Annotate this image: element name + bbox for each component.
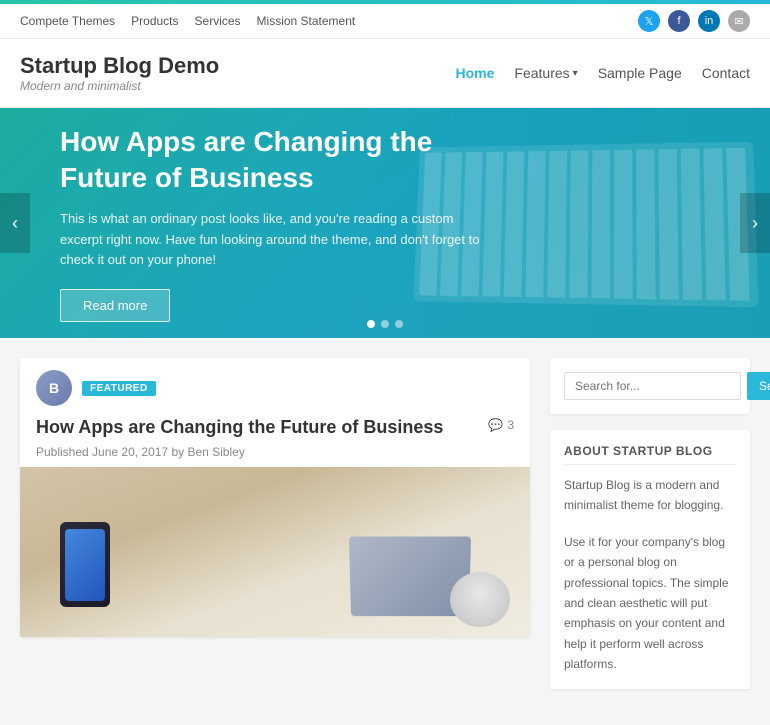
nav-features[interactable]: Features ▾ bbox=[514, 65, 577, 81]
phone-graphic bbox=[60, 522, 110, 607]
slider-next-button[interactable]: › bbox=[740, 193, 770, 253]
top-bar-links: Compete Themes Products Services Mission… bbox=[20, 14, 355, 28]
topbar-link-1[interactable]: Products bbox=[131, 14, 178, 28]
facebook-icon[interactable]: f bbox=[668, 10, 690, 32]
hero-excerpt: This is what an ordinary post looks like… bbox=[60, 209, 490, 271]
posts-area: B FEATURED How Apps are Changing the Fut… bbox=[20, 358, 530, 705]
site-tagline: Modern and minimalist bbox=[20, 79, 219, 93]
topbar-link-2[interactable]: Services bbox=[195, 14, 241, 28]
sidebar: Search ABOUT STARTUP BLOG Startup Blog i… bbox=[550, 358, 750, 705]
about-widget-text1: Startup Blog is a modern and minimalist … bbox=[564, 475, 736, 516]
topbar-link-3[interactable]: Mission Statement bbox=[257, 14, 356, 28]
topbar-link-0[interactable]: Compete Themes bbox=[20, 14, 115, 28]
hero-slider: How Apps are Changing the Future of Busi… bbox=[0, 108, 770, 338]
post-card-header: B FEATURED bbox=[20, 358, 530, 412]
email-icon[interactable]: ✉ bbox=[728, 10, 750, 32]
post-card: B FEATURED How Apps are Changing the Fut… bbox=[20, 358, 530, 637]
hero-content: How Apps are Changing the Future of Busi… bbox=[0, 108, 550, 338]
post-title[interactable]: How Apps are Changing the Future of Busi… bbox=[36, 416, 478, 439]
top-bar-social: 𝕏 f in ✉ bbox=[638, 10, 750, 32]
post-title-row: How Apps are Changing the Future of Busi… bbox=[20, 412, 530, 443]
slider-prev-button[interactable]: ‹ bbox=[0, 193, 30, 253]
chevron-down-icon: ▾ bbox=[573, 68, 578, 79]
site-branding: Startup Blog Demo Modern and minimalist bbox=[20, 53, 219, 93]
post-image bbox=[20, 467, 530, 637]
about-widget-title: ABOUT STARTUP BLOG bbox=[564, 444, 736, 465]
nav-sample-page[interactable]: Sample Page bbox=[598, 65, 682, 81]
read-more-button[interactable]: Read more bbox=[60, 289, 170, 322]
post-image-graphic bbox=[20, 467, 530, 637]
comment-count: 3 bbox=[507, 418, 514, 432]
header: Startup Blog Demo Modern and minimalist … bbox=[0, 39, 770, 108]
content-area: B FEATURED How Apps are Changing the Fut… bbox=[0, 338, 770, 725]
hero-title: How Apps are Changing the Future of Busi… bbox=[60, 124, 490, 197]
featured-badge: FEATURED bbox=[82, 381, 156, 396]
search-input[interactable] bbox=[564, 372, 741, 400]
search-widget: Search bbox=[550, 358, 750, 414]
about-widget: ABOUT STARTUP BLOG Startup Blog is a mod… bbox=[550, 430, 750, 689]
author-avatar: B bbox=[36, 370, 72, 406]
search-row: Search bbox=[564, 372, 736, 400]
nav-contact[interactable]: Contact bbox=[702, 65, 750, 81]
about-widget-text2: Use it for your company's blog or a pers… bbox=[564, 532, 736, 675]
post-comments[interactable]: 💬 3 bbox=[488, 418, 514, 432]
nav-home[interactable]: Home bbox=[456, 65, 495, 81]
site-title: Startup Blog Demo bbox=[20, 53, 219, 79]
top-bar: Compete Themes Products Services Mission… bbox=[0, 4, 770, 39]
linkedin-icon[interactable]: in bbox=[698, 10, 720, 32]
main-nav: Home Features ▾ Sample Page Contact bbox=[456, 65, 751, 81]
post-meta: Published June 20, 2017 by Ben Sibley bbox=[20, 443, 530, 467]
comment-icon: 💬 bbox=[488, 418, 503, 432]
twitter-icon[interactable]: 𝕏 bbox=[638, 10, 660, 32]
phone-screen bbox=[65, 529, 105, 601]
search-button[interactable]: Search bbox=[747, 372, 770, 400]
